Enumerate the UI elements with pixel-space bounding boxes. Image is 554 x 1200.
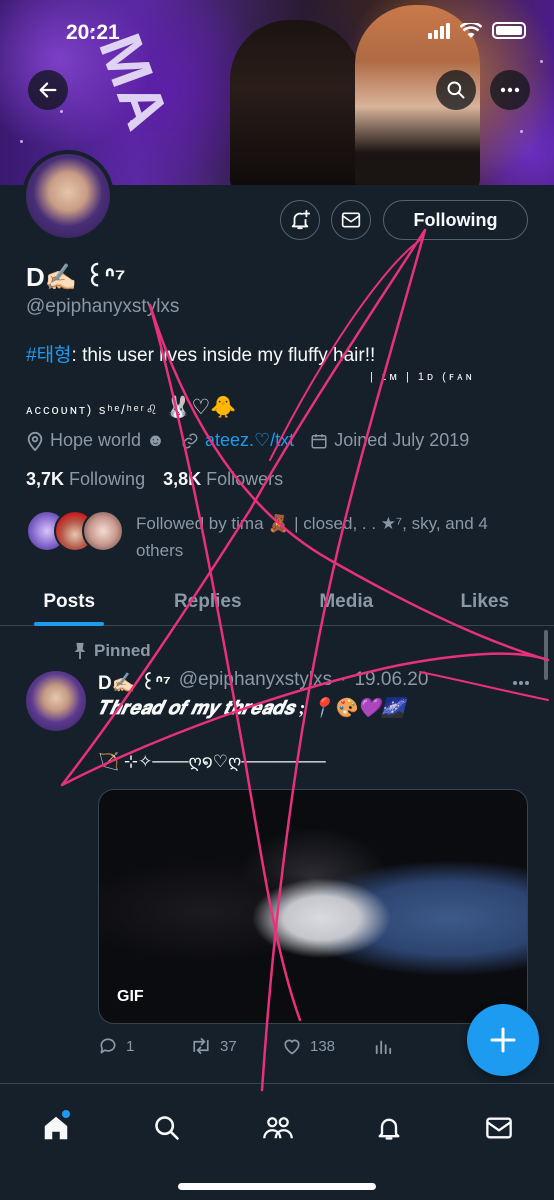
followed-by[interactable]: Followed by tima 🧸 | closed, . . ★⁷, sky… <box>26 510 531 564</box>
banner-figure-left <box>230 20 360 185</box>
bio-hashtag-link[interactable]: #태형 <box>26 345 72 366</box>
followers-count[interactable]: 3,8K Followers <box>163 469 283 490</box>
like-button[interactable]: 138 <box>282 1036 374 1056</box>
profile-avatar[interactable] <box>22 150 114 242</box>
home-indicator <box>178 1183 376 1190</box>
nav-communities[interactable] <box>258 1108 298 1148</box>
back-button[interactable] <box>28 70 68 110</box>
reply-count: 1 <box>126 1037 135 1055</box>
like-count: 138 <box>310 1037 336 1055</box>
like-icon <box>284 1039 300 1055</box>
post-date[interactable]: 19.06.20 <box>354 669 428 695</box>
location-icon <box>27 431 43 451</box>
mail-icon <box>341 212 361 228</box>
link-item[interactable]: ateez.♡/txt <box>181 430 294 451</box>
search-icon <box>155 1116 179 1140</box>
repost-button[interactable]: 37 <box>190 1036 282 1056</box>
communities-icon <box>263 1117 293 1139</box>
following-count[interactable]: 3,7K Following <box>26 469 145 490</box>
nav-home[interactable] <box>36 1108 76 1148</box>
profile-meta: Hope world ☻ ateez.♡/txt Joined July 201… <box>26 430 469 451</box>
wifi-icon <box>460 22 482 38</box>
location-text: Hope world ☻ <box>50 430 165 450</box>
display-name: D✍🏻 ꒰ᐢ⁷ <box>26 262 126 292</box>
profile-handle: @epiphanyxstylxs <box>26 296 180 317</box>
reply-button[interactable]: 1 <box>98 1036 190 1056</box>
joined-text: Joined July 2019 <box>334 430 470 450</box>
banner-sparkle <box>520 130 523 133</box>
compose-button[interactable] <box>467 1004 539 1076</box>
more-icon <box>513 681 529 685</box>
pin-icon <box>74 642 86 660</box>
views-button[interactable] <box>374 1036 466 1056</box>
reply-icon <box>100 1038 116 1054</box>
nav-search[interactable] <box>147 1108 187 1148</box>
link-icon <box>182 433 198 448</box>
nav-messages[interactable] <box>479 1108 519 1148</box>
bio-line-1: #태형: this user lives inside my fluffy ha… <box>26 340 375 367</box>
follow-counts: 3,7K Following 3,8K Followers <box>26 469 283 490</box>
post-media-gif[interactable]: GIF <box>98 789 528 1024</box>
status-icons <box>428 22 526 39</box>
repost-icon <box>193 1037 209 1055</box>
post-handle[interactable]: @epiphanyxstylxs <box>179 669 332 695</box>
follower-avatar <box>82 510 124 552</box>
gif-badge: GIF <box>117 988 144 1005</box>
joined-item: Joined July 2019 <box>310 430 469 451</box>
status-time: 20:21 <box>66 21 120 44</box>
search-button[interactable] <box>436 70 476 110</box>
post-text-line-2: 🏹 ⊹✧───ღ໑♡ღ─────── <box>98 752 326 771</box>
bio-line-2: ᴀᴄᴄᴏᴜɴᴛ) sʰᵉ/ʰᵉʳ♌︎ 🐰♡🐥 <box>26 395 237 420</box>
bio-text: : this user lives inside my fluffy hair!… <box>71 345 376 366</box>
bio-line-2-text: ᴀᴄᴄᴏᴜɴᴛ) sʰᵉ/ʰᵉʳ♌︎ <box>26 402 160 417</box>
post-text: 𝑻𝒉𝒓𝒆𝒂𝒅 𝒐𝒇 𝒎𝒚 𝒕𝒉𝒓𝒆𝒂𝒅𝒔 ; 📍🎨💜🌌 <box>98 698 405 719</box>
post-avatar[interactable] <box>26 671 86 731</box>
pinned-label: Pinned <box>72 641 151 661</box>
signal-icon <box>428 22 450 39</box>
banner-sparkle <box>20 140 23 143</box>
bio-small-text: | ʟᴍ | 1ᴅ (ꜰᴀɴ <box>370 371 475 383</box>
banner-sparkle <box>130 120 133 123</box>
repost-count: 37 <box>220 1037 237 1055</box>
tab-posts[interactable]: Posts <box>0 578 139 626</box>
post-header: D✍🏻 ꒰ᐢ⁷ @epiphanyxstylxs · 19.06.20 <box>98 669 428 695</box>
back-arrow-icon <box>39 82 57 98</box>
tab-active-indicator <box>34 622 105 626</box>
nav-notifications[interactable] <box>369 1108 409 1148</box>
tab-replies[interactable]: Replies <box>139 578 278 625</box>
post-author[interactable]: D✍🏻 ꒰ᐢ⁷ <box>98 669 171 695</box>
battery-icon <box>492 22 526 39</box>
post-more-button[interactable] <box>512 669 530 692</box>
location-item: Hope world ☻ <box>26 430 165 451</box>
scroll-indicator[interactable] <box>544 630 548 680</box>
home-notification-dot <box>62 1110 70 1118</box>
following-button[interactable]: Following <box>383 200 528 240</box>
profile-tabs: Posts Replies Media Likes <box>0 578 554 626</box>
bio-emoji: 🐰♡🐥 <box>165 396 237 419</box>
banner-sparkle <box>540 60 543 63</box>
more-icon <box>500 87 520 93</box>
mail-icon <box>486 1117 512 1139</box>
compose-icon <box>490 1027 516 1053</box>
more-button[interactable] <box>490 70 530 110</box>
bell-icon <box>378 1118 400 1140</box>
banner-sparkle <box>60 110 63 113</box>
notifications-button[interactable] <box>280 200 320 240</box>
notification-plus-icon <box>291 209 311 230</box>
post-date-sep: · <box>340 669 347 690</box>
calendar-icon <box>311 433 327 448</box>
post-actions: 1 37 138 <box>98 1036 498 1056</box>
tab-likes[interactable]: Likes <box>416 578 554 625</box>
followed-by-text: Followed by tima 🧸 | closed, . . ★⁷, sky… <box>136 514 488 560</box>
message-button[interactable] <box>331 200 371 240</box>
profile-link[interactable]: ateez.♡/txt <box>205 430 294 451</box>
search-icon <box>447 81 465 99</box>
tab-media[interactable]: Media <box>277 578 416 625</box>
views-icon <box>375 1040 392 1055</box>
